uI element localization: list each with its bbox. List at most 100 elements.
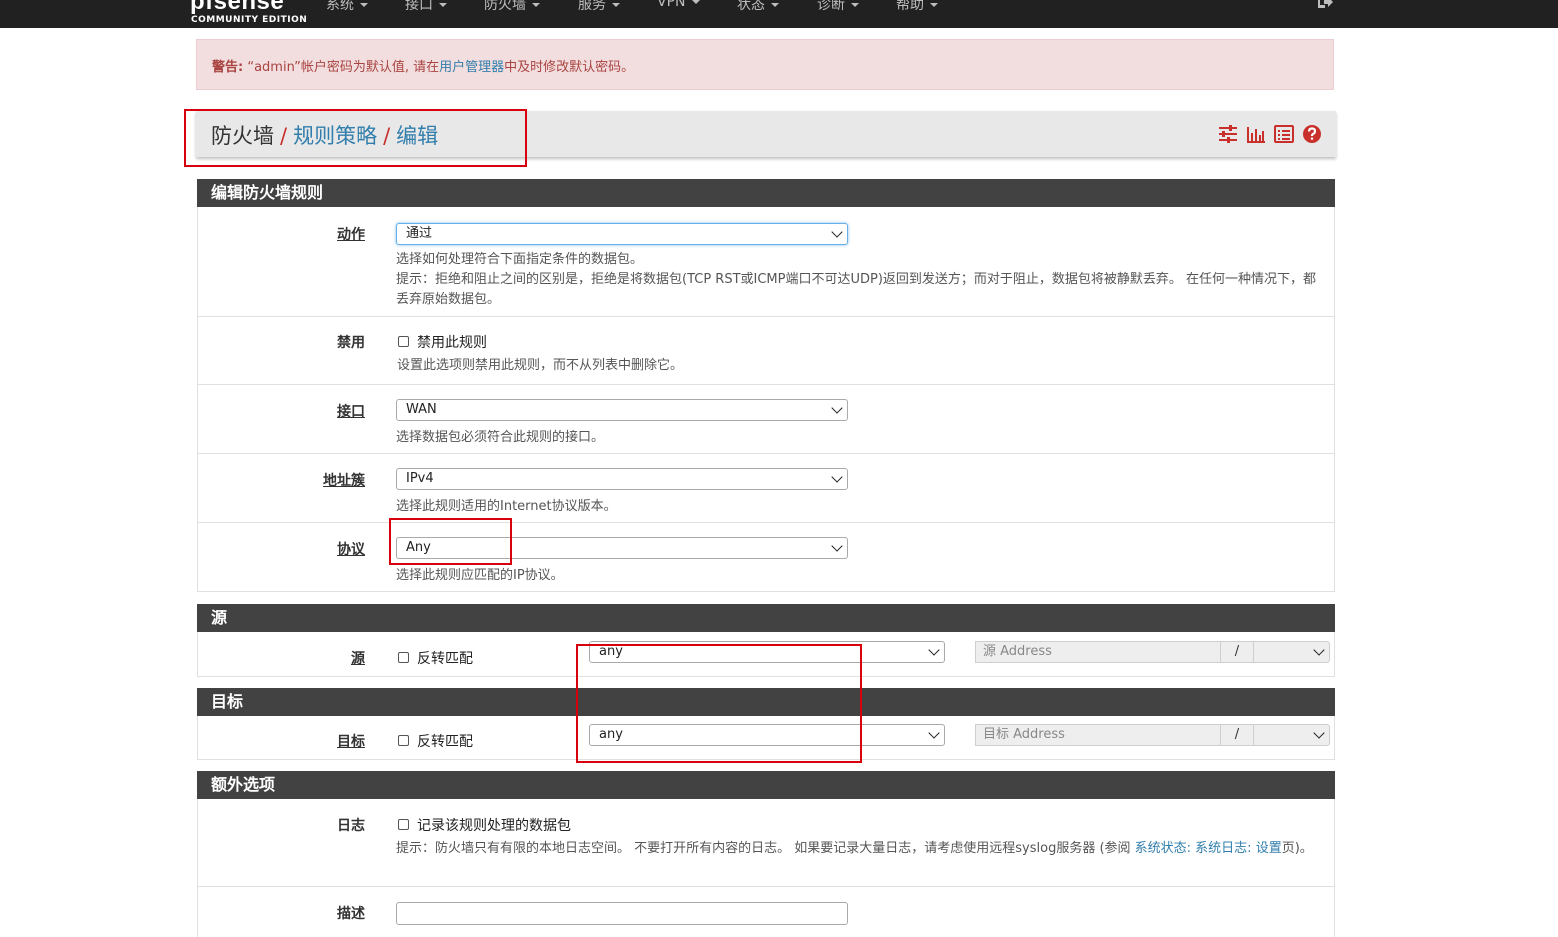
syslog-settings-link[interactable]: 系统状态: 系统日志: 设置 [1135, 841, 1282, 856]
disable-rule-checkbox-label: 禁用此规则 [417, 335, 487, 351]
caret-down-icon [930, 3, 938, 7]
nav-menu-label: 服务 [578, 0, 606, 13]
chevron-down-icon [928, 644, 940, 656]
nav-menu-label: 系统 [326, 0, 354, 13]
action-label: 动作 [337, 227, 365, 243]
nav-menu-interfaces[interactable]: 接口 [405, 0, 447, 14]
bar-chart-icon[interactable] [1246, 124, 1266, 144]
caret-down-icon [851, 3, 859, 7]
section-header-extra-options: 额外选项 [197, 771, 1335, 799]
nav-menu-label: VPN [657, 0, 686, 10]
alert-text-before: “admin”帐户密码为默认值, 请在 [243, 60, 440, 75]
breadcrumb: 防火墙 / 规则策略 / 编辑 [211, 120, 438, 150]
logo-brand: pfsense [190, 0, 285, 15]
description-input[interactable] [396, 902, 848, 925]
log-packets-label: 记录该规则处理的数据包 [417, 818, 571, 834]
caret-down-icon [360, 3, 368, 7]
nav-menu-services[interactable]: 服务 [578, 0, 620, 14]
logout-icon[interactable] [1317, 0, 1334, 8]
breadcrumb-separator: / [383, 124, 391, 148]
address-family-select-value: IPv4 [406, 471, 434, 486]
row-description: 描述 [197, 887, 1335, 937]
disabled-label: 禁用 [337, 335, 365, 351]
nav-menu-firewall[interactable]: 防火墙 [484, 0, 540, 14]
protocol-label: 协议 [337, 542, 365, 558]
nav-menu-help[interactable]: 帮助 [896, 0, 938, 14]
breadcrumb-rules-link[interactable]: 规则策略 [293, 124, 377, 148]
pfsense-logo[interactable]: pfsense COMMUNITY EDITION [190, 0, 307, 25]
interface-help: 选择数据包必须符合此规则的接口。 [396, 430, 605, 445]
log-help: 提示：防火墙只有有限的本地日志空间。 不要打开所有内容的日志。 如果要记录大量日… [396, 839, 1326, 859]
address-family-select[interactable]: IPv4 [396, 468, 848, 490]
log-packets-checkbox[interactable] [398, 819, 409, 830]
alert-text: 警告: “admin”帐户密码为默认值, 请在用户管理器中及时修改默认密码。 [212, 56, 634, 75]
row-interface: 接口 WAN 选择数据包必须符合此规则的接口。 [197, 385, 1335, 454]
interface-select[interactable]: WAN [396, 399, 848, 421]
action-help-line1: 选择如何处理符合下面指定条件的数据包。 [396, 252, 644, 267]
page-shortcut-icons [1218, 124, 1322, 144]
caret-down-icon [691, 0, 700, 4]
destination-mask-slash: / [1221, 724, 1253, 746]
interface-label: 接口 [337, 404, 365, 420]
chevron-down-icon [831, 402, 843, 414]
caret-down-icon [439, 3, 447, 7]
chevron-down-icon [1313, 727, 1325, 739]
section-header-edit-rule: 编辑防火墙规则 [197, 179, 1335, 207]
destination-invert-label: 反转匹配 [417, 734, 473, 750]
protocol-help: 选择此规则应匹配的IP协议。 [396, 568, 564, 583]
settings-sliders-icon[interactable] [1218, 124, 1238, 144]
chevron-down-icon [831, 226, 843, 238]
list-icon[interactable] [1274, 124, 1294, 144]
nav-menu-vpn[interactable]: VPN [657, 0, 700, 10]
nav-menu-label: 防火墙 [484, 0, 526, 13]
address-family-help: 选择此规则适用的Internet协议版本。 [396, 499, 617, 514]
source-invert-label: 反转匹配 [417, 651, 473, 667]
source-invert-checkbox[interactable] [398, 652, 409, 663]
disabled-help: 设置此选项则禁用此规则，而不从列表中删除它。 [397, 358, 684, 373]
section-header-source: 源 [197, 604, 1335, 632]
nav-menu-diagnostics[interactable]: 诊断 [817, 0, 859, 14]
nav-menu-label: 帮助 [896, 0, 924, 13]
nav-menu-label: 状态 [737, 0, 765, 13]
section-header-destination: 目标 [197, 688, 1335, 716]
protocol-select-value: Any [406, 540, 431, 555]
caret-down-icon [771, 3, 779, 7]
destination-address-input[interactable]: 目标 Address [975, 724, 1221, 746]
interface-select-value: WAN [406, 402, 437, 417]
row-address-family: 地址簇 IPv4 选择此规则适用的Internet协议版本。 [197, 454, 1335, 523]
nav-menu-status[interactable]: 状态 [737, 0, 779, 14]
row-disabled: 禁用 禁用此规则 设置此选项则禁用此规则，而不从列表中删除它。 [197, 317, 1335, 385]
protocol-select[interactable]: Any [396, 537, 848, 559]
default-password-alert: 警告: “admin”帐户密码为默认值, 请在用户管理器中及时修改默认密码。 [196, 39, 1334, 90]
chevron-down-icon [831, 471, 843, 483]
source-type-select[interactable]: any [589, 641, 945, 663]
log-help-text: 提示：防火墙只有有限的本地日志空间。 不要打开所有内容的日志。 如果要记录大量日… [396, 841, 1135, 856]
address-family-label: 地址簇 [323, 473, 365, 489]
destination-type-select[interactable]: any [589, 724, 945, 746]
source-type-select-value: any [599, 644, 623, 659]
destination-label: 目标 [337, 734, 365, 750]
chevron-down-icon [928, 727, 940, 739]
breadcrumb-edit-link[interactable]: 编辑 [396, 124, 438, 148]
logo-edition: COMMUNITY EDITION [191, 15, 308, 25]
nav-menu-label: 诊断 [817, 0, 845, 13]
action-select[interactable]: 通过 [396, 223, 848, 245]
destination-mask-select[interactable] [1253, 724, 1330, 746]
breadcrumb-bar: 防火墙 / 规则策略 / 编辑 [196, 111, 1336, 157]
action-select-value: 通过 [406, 226, 433, 241]
chevron-down-icon [831, 540, 843, 552]
destination-type-select-value: any [599, 727, 623, 742]
row-action: 动作 通过 选择如何处理符合下面指定条件的数据包。 提示：拒绝和阻止之间的区别是… [197, 207, 1335, 317]
alert-prefix: 警告: [212, 60, 244, 75]
row-log: 日志 记录该规则处理的数据包 提示：防火墙只有有限的本地日志空间。 不要打开所有… [197, 799, 1335, 887]
source-address-input[interactable]: 源 Address [975, 641, 1221, 663]
nav-menu-system[interactable]: 系统 [326, 0, 368, 14]
top-navbar: pfsense COMMUNITY EDITION 系统 接口 防火墙 服务 V… [0, 0, 1558, 28]
row-source: 源 反转匹配 any 源 Address / [197, 632, 1335, 677]
destination-invert-checkbox[interactable] [398, 735, 409, 746]
disable-rule-checkbox[interactable] [398, 336, 409, 347]
user-manager-link[interactable]: 用户管理器 [439, 60, 504, 75]
log-help-suffix: 页)。 [1281, 841, 1313, 856]
source-mask-select[interactable] [1253, 641, 1330, 663]
help-question-icon[interactable] [1302, 124, 1322, 144]
